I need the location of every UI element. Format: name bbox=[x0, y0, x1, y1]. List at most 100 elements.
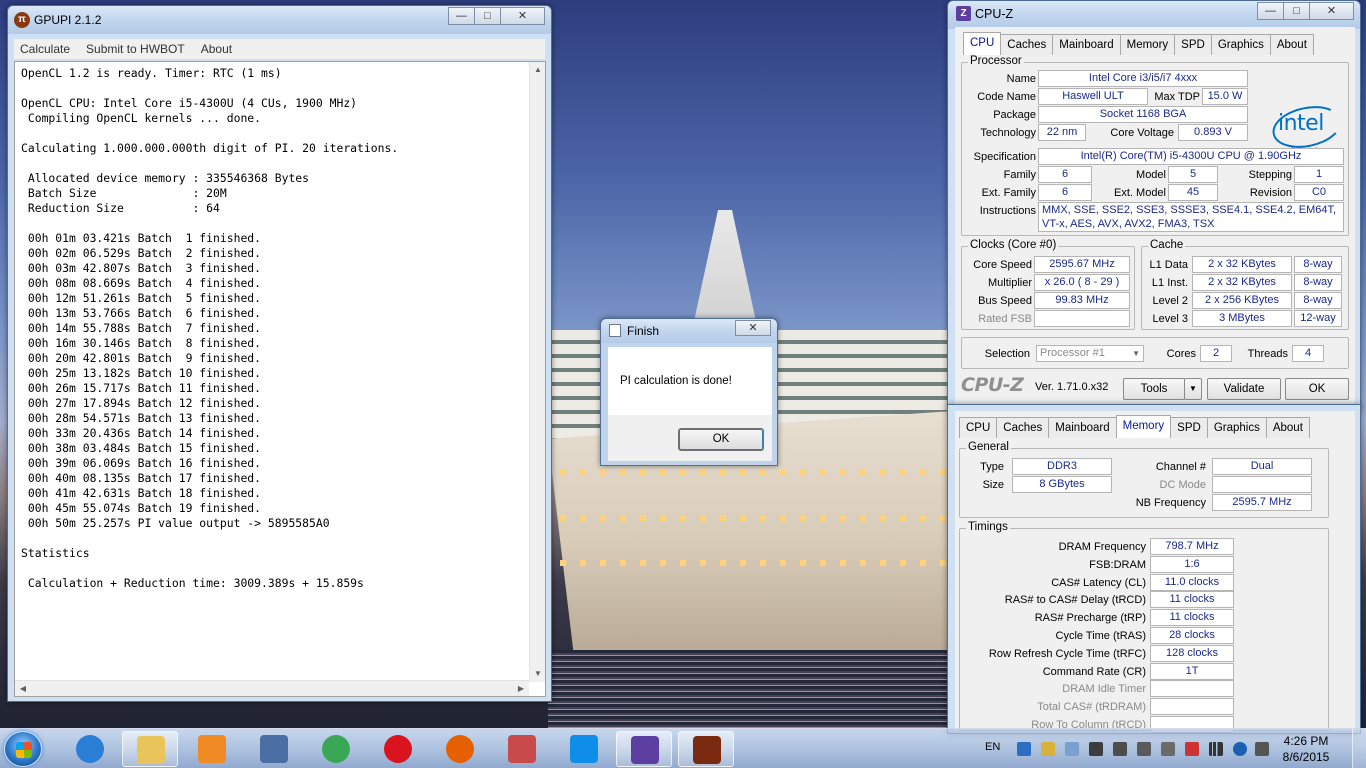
tab-memory[interactable]: Memory bbox=[1119, 34, 1176, 55]
channel-label: Channel # bbox=[1155, 461, 1206, 473]
gpupi-icon bbox=[693, 736, 721, 764]
menu-calculate[interactable]: Calculate bbox=[20, 42, 70, 56]
tab-cpu[interactable]: CPU bbox=[959, 417, 998, 438]
maximize-button[interactable]: □ bbox=[1283, 2, 1310, 20]
log-line: 00h 45m 55.074s Batch 19 finished. bbox=[21, 501, 262, 515]
dialog-titlebar[interactable]: Finish ✕ bbox=[601, 319, 777, 343]
show-desktop-button[interactable] bbox=[1352, 729, 1366, 768]
cpuz-cpu-panel: CPU Caches Mainboard Memory SPD Graphics… bbox=[955, 27, 1355, 407]
tab-graphics[interactable]: Graphics bbox=[1206, 417, 1267, 438]
tools-button[interactable]: Tools bbox=[1123, 378, 1185, 400]
signal-strength-icon[interactable] bbox=[1209, 742, 1223, 756]
taskbar-button-remote-desktop[interactable] bbox=[246, 731, 302, 767]
chrome-icon bbox=[322, 735, 350, 763]
system-clock[interactable]: 4:26 PM 8/6/2015 bbox=[1274, 733, 1338, 765]
ok-button[interactable]: OK bbox=[678, 428, 764, 451]
cpuz-memory-window[interactable]: CPU Caches Mainboard Memory SPD Graphics… bbox=[947, 404, 1361, 734]
internet-explorer-icon bbox=[76, 735, 104, 763]
multiplier-value: x 26.0 ( 8 - 29 ) bbox=[1034, 274, 1130, 291]
scroll-up-arrow-icon[interactable]: ▲ bbox=[530, 62, 546, 78]
ok-button[interactable]: OK bbox=[1285, 378, 1349, 400]
taskbar-button-chrome[interactable] bbox=[308, 731, 364, 767]
horizontal-scrollbar[interactable]: ◀ ▶ bbox=[15, 680, 529, 696]
taskbar-button-firefox[interactable] bbox=[432, 731, 488, 767]
language-indicator[interactable]: EN bbox=[985, 741, 1000, 753]
dialog-message: PI calculation is done! bbox=[620, 375, 732, 387]
cpuz-titlebar[interactable]: Z CPU-Z — □ ✕ bbox=[948, 1, 1360, 29]
finish-dialog[interactable]: Finish ✕ PI calculation is done! OK bbox=[600, 318, 778, 466]
taskbar-button-gpupi[interactable] bbox=[678, 731, 734, 767]
taskbar-button-teamviewer[interactable] bbox=[556, 731, 612, 767]
tools-icon[interactable] bbox=[1113, 742, 1127, 756]
size-label: Size bbox=[982, 479, 1004, 491]
menu-about[interactable]: About bbox=[201, 42, 232, 56]
cpuz-window[interactable]: Z CPU-Z — □ ✕ CPU Caches Mainboard Memor… bbox=[947, 0, 1361, 410]
menu-submit-to-hwbot[interactable]: Submit to HWBOT bbox=[86, 42, 185, 56]
close-button[interactable]: ✕ bbox=[735, 320, 771, 336]
start-button[interactable] bbox=[4, 731, 42, 767]
tab-about[interactable]: About bbox=[1269, 34, 1314, 55]
tab-memory[interactable]: Memory bbox=[1115, 415, 1172, 438]
usb-icon[interactable] bbox=[1065, 742, 1079, 756]
tab-mainboard[interactable]: Mainboard bbox=[1048, 417, 1117, 438]
timing-label: RAS# to CAS# Delay (tRCD) bbox=[1004, 594, 1146, 607]
instructions-label: Instructions bbox=[979, 205, 1036, 217]
security-shield-icon[interactable] bbox=[1041, 742, 1055, 756]
tab-spd[interactable]: SPD bbox=[1174, 34, 1212, 55]
gpupi-window[interactable]: π GPUPI 2.1.2 — □ ✕ Calculate Submit to … bbox=[7, 5, 552, 702]
taskbar-button-cpu-z[interactable] bbox=[616, 731, 672, 767]
log-line: 00h 33m 20.436s Batch 14 finished. bbox=[21, 426, 262, 440]
bluetooth-icon[interactable] bbox=[1233, 742, 1247, 756]
close-button[interactable]: ✕ bbox=[500, 7, 545, 25]
gpupi-titlebar[interactable]: π GPUPI 2.1.2 — □ ✕ bbox=[8, 6, 551, 34]
tab-caches[interactable]: Caches bbox=[996, 417, 1050, 438]
tab-cpu[interactable]: CPU bbox=[963, 32, 1002, 55]
display-icon[interactable] bbox=[1089, 742, 1103, 756]
minimize-button[interactable]: — bbox=[448, 7, 475, 25]
log-line: 00h 41m 42.631s Batch 18 finished. bbox=[21, 486, 262, 500]
tab-spd[interactable]: SPD bbox=[1170, 417, 1208, 438]
tab-mainboard[interactable]: Mainboard bbox=[1052, 34, 1121, 55]
package-value: Socket 1168 BGA bbox=[1038, 106, 1248, 123]
window-title: GPUPI 2.1.2 bbox=[34, 13, 102, 27]
file-explorer-icon bbox=[137, 736, 165, 764]
network-drive-icon[interactable] bbox=[1017, 742, 1031, 756]
taskbar-button-file-explorer[interactable] bbox=[122, 731, 178, 767]
speaker-muted-icon[interactable] bbox=[1185, 742, 1199, 756]
processor-select[interactable]: Processor #1 ▼ bbox=[1036, 345, 1144, 362]
maximize-button[interactable]: □ bbox=[474, 7, 501, 25]
minimize-button[interactable]: — bbox=[1257, 2, 1284, 20]
taskbar-button-media-player[interactable] bbox=[184, 731, 240, 767]
cpu-z-icon bbox=[631, 736, 659, 764]
max-tdp-label: Max TDP bbox=[1154, 91, 1200, 103]
taskbar-button-opera[interactable] bbox=[370, 731, 426, 767]
tab-caches[interactable]: Caches bbox=[1000, 34, 1054, 55]
timing-value: 798.7 MHz bbox=[1150, 538, 1234, 555]
validate-button[interactable]: Validate bbox=[1207, 378, 1281, 400]
tools-dropdown-arrow-icon[interactable]: ▼ bbox=[1184, 378, 1202, 400]
clock-date: 8/6/2015 bbox=[1282, 750, 1330, 764]
action-center-flag-icon[interactable] bbox=[1255, 742, 1269, 756]
close-button[interactable]: ✕ bbox=[1309, 2, 1354, 20]
tab-graphics[interactable]: Graphics bbox=[1210, 34, 1271, 55]
copy-icon[interactable] bbox=[1137, 742, 1151, 756]
scroll-down-arrow-icon[interactable]: ▼ bbox=[530, 666, 546, 682]
timing-value: 11 clocks bbox=[1150, 591, 1234, 609]
tab-about[interactable]: About bbox=[1265, 417, 1310, 438]
l1-data-label: L1 Data bbox=[1149, 259, 1188, 271]
tablet-icon[interactable] bbox=[1161, 742, 1175, 756]
ext-family-value: 6 bbox=[1038, 184, 1092, 201]
vertical-scrollbar[interactable]: ▲ ▼ bbox=[529, 62, 545, 682]
code-name-value: Haswell ULT bbox=[1038, 88, 1148, 105]
scroll-right-arrow-icon[interactable]: ▶ bbox=[513, 681, 529, 697]
taskbar-button-snipping-tool[interactable] bbox=[494, 731, 550, 767]
scroll-left-arrow-icon[interactable]: ◀ bbox=[15, 681, 31, 697]
timing-value: 28 clocks bbox=[1150, 627, 1234, 644]
console-output[interactable]: OpenCL 1.2 is ready. Timer: RTC (1 ms) Op… bbox=[14, 61, 546, 697]
taskbar-button-internet-explorer[interactable] bbox=[62, 731, 118, 767]
timing-label: RAS# Precharge (tRP) bbox=[1034, 612, 1146, 625]
log-line: OpenCL 1.2 is ready. Timer: RTC (1 ms) bbox=[21, 66, 282, 80]
